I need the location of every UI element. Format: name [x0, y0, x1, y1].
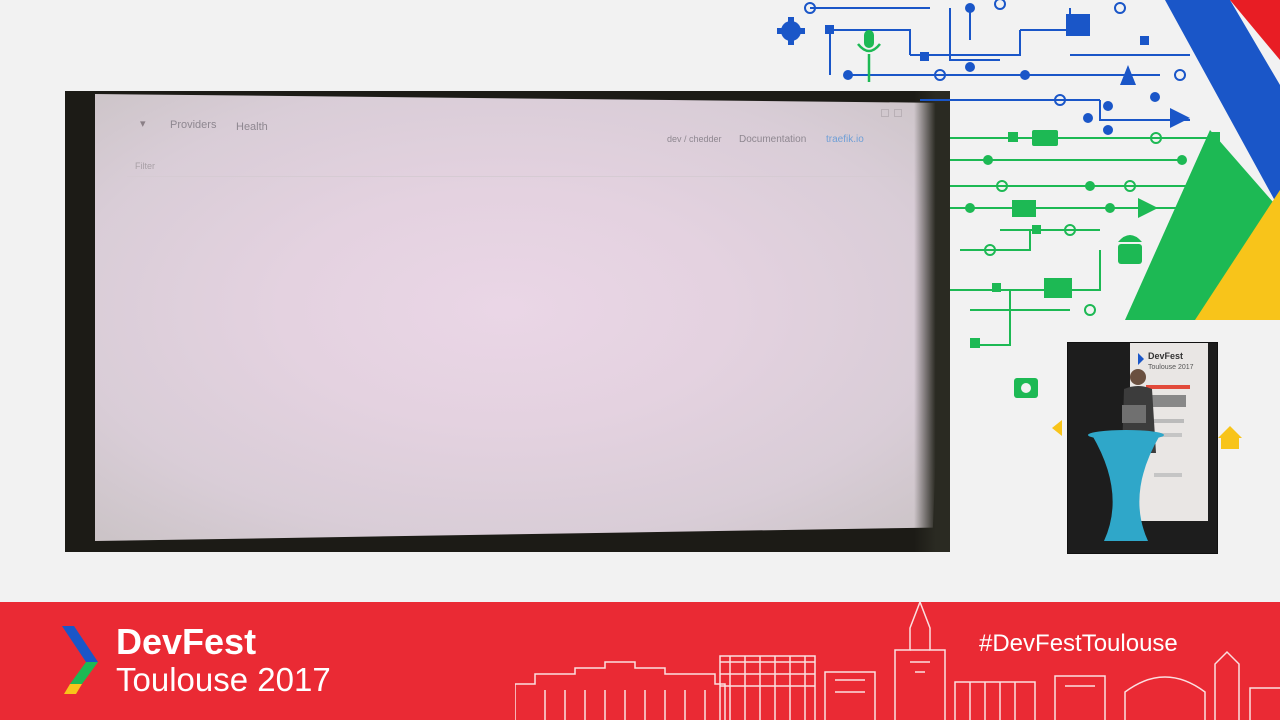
video-icon	[1012, 200, 1036, 217]
banner-title: DevFest	[116, 621, 257, 662]
home-icon	[1218, 426, 1242, 449]
devfest-logo-icon	[62, 626, 98, 694]
poster-sub: Toulouse 2017	[1148, 364, 1194, 371]
version-link[interactable]: dev / chedder	[667, 134, 722, 144]
event-banner: DevFest Toulouse 2017 #DevFestToulouse	[0, 602, 1280, 720]
filter-input[interactable]: Filter	[135, 161, 155, 171]
speaker-scene: DevFest Toulouse 2017	[1068, 343, 1217, 553]
tab-health[interactable]: Health	[236, 121, 268, 133]
speaker-video: DevFest Toulouse 2017	[1067, 342, 1218, 554]
chevron-left-icon	[1052, 420, 1062, 436]
image-icon	[1066, 14, 1090, 36]
gear-icon	[777, 17, 805, 45]
android-icon	[1118, 235, 1142, 264]
event-hashtag: #DevFestToulouse	[979, 630, 1178, 657]
toulouse-skyline	[515, 602, 1280, 720]
banner-subtitle: Toulouse 2017	[116, 661, 331, 698]
arrow-icon	[1170, 108, 1190, 128]
speaker-head	[1130, 369, 1146, 385]
tab-providers[interactable]: Providers	[170, 119, 216, 131]
share-icon	[1083, 101, 1113, 135]
battery-icon	[1032, 130, 1058, 146]
mail-icon	[1044, 278, 1072, 298]
play-arrow-icon	[1138, 198, 1158, 218]
app-logo-icon: ▾	[140, 118, 146, 130]
poster-title: DevFest	[1148, 351, 1183, 361]
